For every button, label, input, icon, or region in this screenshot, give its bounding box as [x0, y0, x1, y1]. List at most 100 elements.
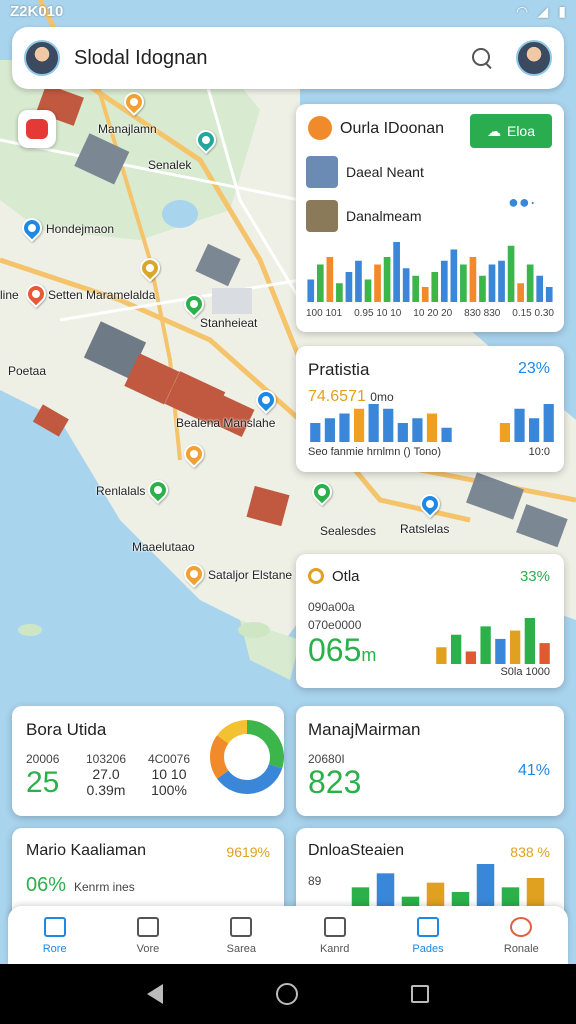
sub-text: Kenrm ines [74, 880, 135, 894]
bag-icon [230, 917, 253, 937]
nav-item-sarea[interactable]: Sarea [195, 906, 288, 964]
chart-bar [324, 418, 335, 442]
user-thumbnail [306, 200, 338, 232]
app-logo-icon[interactable] [18, 110, 56, 148]
card-title: Bora Utida [26, 720, 107, 739]
search-bar[interactable]: Slodal Idognan [12, 27, 564, 89]
chart-bar [465, 651, 477, 664]
chart-bar [402, 268, 410, 302]
profile-avatar[interactable] [516, 40, 552, 76]
otla-card[interactable]: Otla 33% 090a00a 070e0000 065m S0la 1000 [296, 554, 564, 688]
percent-value: 41% [517, 762, 550, 779]
main-number: 065 [308, 632, 362, 668]
main-value: 065m [308, 632, 376, 669]
map-label: Renlalals [96, 484, 146, 498]
nav-label: Rore [42, 943, 67, 955]
chart-bar [421, 287, 429, 302]
profile-icon [510, 917, 533, 937]
map-label: Senalek [148, 158, 192, 172]
map-label: Manajlamn [98, 122, 157, 136]
nav-label: Ronale [503, 943, 539, 955]
summary-card[interactable]: Ourla IDoonan ☁ Eloa Daeal Neant Danalme… [296, 104, 564, 332]
search-title[interactable]: Slodal Idognan [74, 47, 470, 70]
screen: Manajlamn Senalek Hondejmaon Setten Mara… [0, 0, 576, 964]
home-icon [43, 917, 66, 937]
user-name: Danalmeam [346, 208, 422, 224]
card-title: Otla [332, 568, 360, 585]
chart-bar [316, 264, 324, 302]
nav-item-ronale[interactable]: Ronale [475, 906, 568, 964]
card-title: ManajMairman [308, 720, 421, 739]
stat-label: 4C0076 [147, 752, 191, 766]
tick-label: 0.15 0.30 [512, 308, 554, 319]
user-row[interactable]: Daeal Neant [306, 156, 424, 188]
chart-bar [426, 413, 438, 442]
chart-bar [488, 264, 496, 302]
chart-bar [524, 618, 536, 664]
map-icon [136, 917, 159, 937]
chart-bar [479, 275, 486, 302]
chart-bar [383, 408, 394, 442]
footer-text: S0la 1000 [500, 666, 550, 678]
back-icon[interactable] [146, 984, 163, 1004]
manaj-card[interactable]: ManajMairman 20680I 823 41% [296, 706, 564, 816]
recents-icon[interactable] [411, 985, 430, 1003]
bottom-navigation: Rore Vore Sarea Kanrd Pades Ronale [8, 906, 568, 964]
nav-item-pades[interactable]: Pades [381, 906, 474, 964]
chart-bar [336, 283, 343, 302]
tick-label: 10 20 20 [413, 308, 453, 319]
chart-bar [543, 404, 554, 442]
bora-card[interactable]: Bora Utida 20006 25 103206 27.0 0.39m 4C… [12, 706, 284, 816]
chart-bar [469, 257, 477, 302]
dots-icon: ●●· [508, 192, 536, 212]
nav-label: Sarea [226, 943, 256, 955]
chart-bar [526, 264, 534, 302]
chart-bar [310, 423, 321, 442]
chart-bar [440, 260, 448, 302]
map-label: Maaelutaao [132, 540, 195, 554]
chart-bar [353, 408, 365, 442]
main-value: 06% [26, 874, 67, 896]
bar-chart [436, 618, 550, 664]
bar-chart [307, 242, 553, 302]
chart-bar [339, 413, 350, 442]
nav-item-vore[interactable]: Vore [101, 906, 194, 964]
chart-bar [326, 257, 334, 302]
signal-icon: ◢ [537, 2, 549, 19]
action-button[interactable]: ☁ Eloa [470, 114, 552, 148]
stat-column: 103206 27.0 0.39m [76, 752, 136, 798]
chart-bar [397, 423, 408, 442]
chart-bar [412, 418, 423, 442]
avatar[interactable] [24, 40, 60, 76]
nav-item-home[interactable]: Rore [8, 906, 101, 964]
main-value: 823 [308, 764, 362, 800]
main-unit: m [361, 645, 377, 665]
percent-value: 838 % [510, 844, 550, 860]
home-button-icon[interactable] [275, 983, 298, 1005]
wifi-icon: ◠ [516, 2, 528, 19]
donut-slice [210, 735, 229, 779]
chart-bar [307, 279, 315, 302]
stat-value: 10 10 [151, 766, 187, 782]
nav-label: Pades [412, 943, 444, 955]
bar-chart [351, 864, 545, 906]
nav-item-kanrd[interactable]: Kanrd [288, 906, 381, 964]
nav-label: Kanrd [319, 943, 350, 955]
chart-bar [451, 892, 470, 906]
map-label: Bealena Manslahe [176, 416, 276, 430]
map-label: Hondejmaon [46, 222, 115, 236]
donut-slice [246, 720, 284, 769]
card-title: Ourla IDoonan [340, 120, 445, 137]
stat-label: 20006 [26, 752, 60, 766]
stats-card[interactable]: Pratistia 23% 74.6571 0mo Seo fanmie hrn… [296, 346, 564, 472]
action-button-label: Eloa [506, 123, 536, 139]
search-icon[interactable] [470, 46, 494, 70]
info-line: 090a00a [308, 600, 355, 614]
user-thumbnail [306, 156, 338, 188]
user-row[interactable]: Danalmeam [306, 200, 421, 232]
stat-label: 103206 [85, 752, 127, 766]
donut-chart [210, 720, 284, 794]
chart-bar [351, 887, 370, 906]
pages-icon [416, 917, 439, 937]
chart-bar [460, 264, 467, 302]
